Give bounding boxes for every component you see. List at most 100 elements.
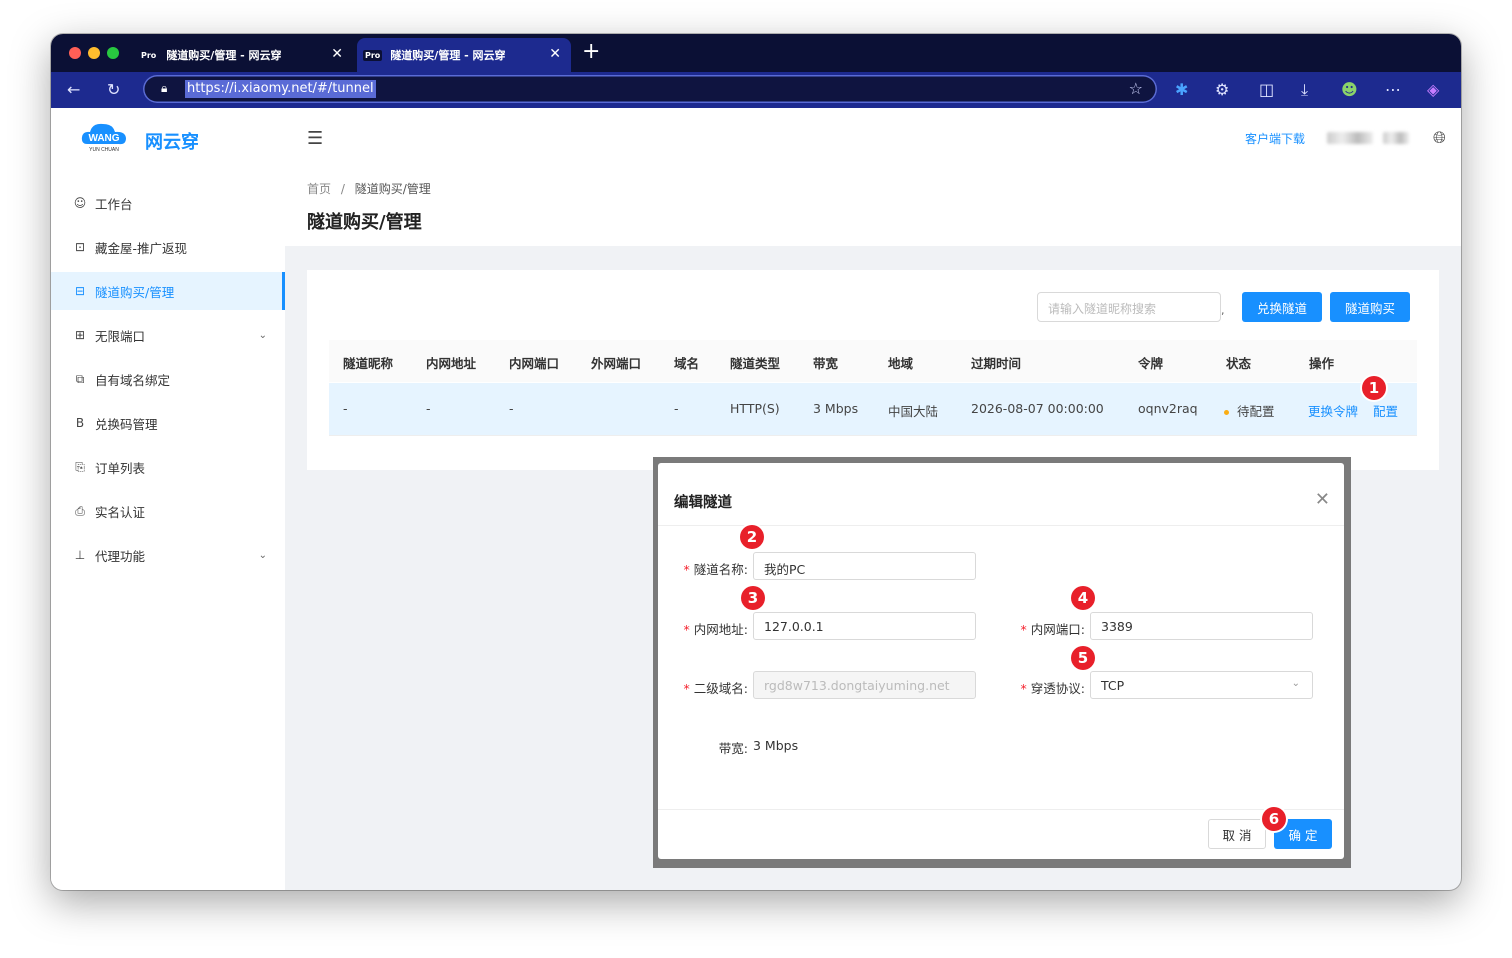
browser-tab[interactable]: Pro 隧道购买/管理 - 网云穿 ✕ bbox=[139, 38, 353, 72]
extension-puzzle-icon[interactable]: ✱ bbox=[1175, 80, 1188, 100]
sidebar-item-orders[interactable]: ⎘ 订单列表 bbox=[51, 448, 285, 486]
bandwidth-value: 3 Mbps bbox=[753, 738, 799, 753]
minimize-window-button[interactable] bbox=[88, 47, 100, 59]
reload-icon[interactable]: ↻ bbox=[107, 80, 120, 100]
sidebar-item-label: 藏金屋-推广返现 bbox=[95, 240, 188, 256]
avatar-blurred[interactable] bbox=[1383, 132, 1409, 144]
replace-token-link[interactable]: 更换令牌 bbox=[1308, 401, 1358, 420]
bandwidth-label: 带宽: bbox=[718, 741, 748, 756]
back-icon[interactable]: ← bbox=[67, 80, 80, 100]
column-header: 带宽 bbox=[813, 356, 839, 371]
copilot-icon[interactable]: ◈ bbox=[1427, 80, 1439, 100]
tunnel-name-input[interactable]: 我的PC bbox=[753, 552, 976, 580]
column-header: 内网地址 bbox=[426, 356, 477, 371]
tab-title: 隧道购买/管理 - 网云穿 bbox=[166, 49, 282, 62]
close-icon[interactable]: ✕ bbox=[1315, 489, 1330, 510]
cell-bandwidth: 3 Mbps bbox=[813, 401, 859, 416]
column-header: 内网端口 bbox=[509, 356, 560, 371]
more-menu-icon[interactable]: ⋯ bbox=[1385, 80, 1401, 100]
search-separator: , bbox=[1221, 304, 1225, 317]
sidebar-item-proxy[interactable]: ⊥ 代理功能 ⌄ bbox=[51, 536, 285, 574]
local-port-input[interactable]: 3389 bbox=[1090, 612, 1313, 640]
tab-close-icon[interactable]: ✕ bbox=[549, 46, 561, 62]
annotation-badge: 2 bbox=[740, 525, 764, 549]
chevron-down-icon: ⌄ bbox=[1291, 678, 1300, 689]
cell-type: HTTP(S) bbox=[730, 401, 780, 416]
lock-icon: 🔒︎ bbox=[161, 81, 168, 95]
column-header: 过期时间 bbox=[971, 356, 1022, 371]
collapse-menu-icon[interactable]: ☰ bbox=[307, 128, 323, 149]
dialog-divider bbox=[658, 525, 1344, 526]
gift-icon: ⊡ bbox=[74, 240, 86, 254]
breadcrumb-separator: / bbox=[340, 182, 345, 196]
annotation-badge: 6 bbox=[1262, 807, 1286, 831]
search-placeholder: 请输入隧道昵称搜索 bbox=[1048, 302, 1157, 316]
sidebar-item-verify[interactable]: ⎙ 实名认证 bbox=[51, 492, 285, 530]
new-tab-icon[interactable]: + bbox=[582, 39, 600, 64]
username-blurred[interactable] bbox=[1327, 132, 1373, 144]
breadcrumb: 首页 / 隧道购买/管理 bbox=[307, 180, 431, 197]
edit-tunnel-dialog: 编辑隧道 ✕ * 隧道名称: 我的PC * 内网地址: 127.0.0.1 * 内网端… bbox=[658, 463, 1344, 859]
subdomain-input: rgd8w713.dongtaiyuming.net bbox=[753, 671, 976, 699]
maximize-window-button[interactable] bbox=[107, 47, 119, 59]
browser-tab-active[interactable]: Pro 隧道购买/管理 - 网云穿 ✕ bbox=[357, 38, 571, 72]
exchange-tunnel-button[interactable]: 兑换隧道 bbox=[1242, 292, 1322, 322]
tab-close-icon[interactable]: ✕ bbox=[331, 46, 343, 62]
client-download-link[interactable]: 客户端下载 bbox=[1245, 130, 1305, 147]
sidebar-item-ports[interactable]: ⊞ 无限端口 ⌄ bbox=[51, 316, 285, 354]
address-label: * 内网地址: bbox=[683, 622, 748, 637]
logo-text: WANG bbox=[88, 133, 119, 144]
globe-icon[interactable]: 🌐︎ bbox=[1433, 128, 1446, 148]
app-logo-icon: WANG YUN CHUAN bbox=[81, 123, 126, 153]
breadcrumb-home[interactable]: 首页 bbox=[307, 182, 331, 196]
status-text: 待配置 bbox=[1237, 404, 1275, 419]
sidebar-item-label: 无限端口 bbox=[95, 328, 146, 344]
column-header: 状态 bbox=[1226, 356, 1252, 371]
table-header: 隧道昵称 内网地址 内网端口 外网端口 域名 隧道类型 带宽 地域 过期时间 令… bbox=[329, 340, 1417, 382]
id-icon: ⎙ bbox=[75, 503, 85, 518]
sidebar-item-tunnel[interactable]: ⊟ 隧道购买/管理 bbox=[51, 272, 285, 310]
address-bar[interactable]: 🔒︎ https://i.xiaomy.net/#/tunnel ☆ bbox=[143, 75, 1157, 103]
download-icon[interactable]: ⤓ bbox=[1301, 80, 1308, 100]
cancel-button[interactable]: 取 消 bbox=[1208, 819, 1266, 849]
sidebar-item-dashboard[interactable]: ☺ 工作台 bbox=[51, 184, 285, 222]
close-window-button[interactable] bbox=[69, 47, 81, 59]
cell-local-port: - bbox=[509, 401, 514, 416]
column-header: 令牌 bbox=[1138, 356, 1164, 371]
sidebar-item-label: 自有域名绑定 bbox=[95, 372, 171, 388]
code-icon: B bbox=[75, 416, 85, 430]
page-title: 隧道购买/管理 bbox=[307, 212, 422, 233]
annotation-badge: 4 bbox=[1071, 586, 1095, 610]
sidebar-item-referral[interactable]: ⊡ 藏金屋-推广返现 bbox=[51, 228, 285, 266]
dialog-footer-divider bbox=[658, 809, 1344, 810]
sidebar-item-label: 订单列表 bbox=[95, 460, 146, 476]
top-header: ☰ 客户端下载 🌐︎ bbox=[285, 108, 1461, 171]
sidebar-item-domain[interactable]: ⧉ 自有域名绑定 bbox=[51, 360, 285, 398]
column-header: 外网端口 bbox=[591, 356, 642, 371]
cell-nickname: - bbox=[343, 401, 348, 416]
breadcrumb-current: 隧道购买/管理 bbox=[354, 182, 431, 196]
split-screen-icon[interactable]: ◫ bbox=[1259, 80, 1274, 100]
extensions-icon[interactable]: ⚙ bbox=[1215, 80, 1229, 100]
profile-avatar-icon[interactable]: ☻ bbox=[1341, 80, 1358, 100]
browser-toolbar: ← ↻ 🔒︎ https://i.xiaomy.net/#/tunnel ☆ ✱… bbox=[51, 72, 1461, 108]
tab-favicon: Pro bbox=[139, 49, 159, 61]
browser-window: Pro 隧道购买/管理 - 网云穿 ✕ Pro 隧道购买/管理 - 网云穿 ✕ … bbox=[51, 34, 1461, 890]
annotation-badge: 5 bbox=[1071, 646, 1095, 670]
tunnel-card: 请输入隧道昵称搜索 , 兑换隧道 隧道购买 隧道昵称 内网地址 内网端口 外网端… bbox=[307, 270, 1439, 470]
protocol-value: TCP bbox=[1101, 678, 1125, 693]
column-header: 隧道类型 bbox=[730, 356, 781, 371]
sidebar-item-codes[interactable]: B 兑换码管理 bbox=[51, 404, 285, 442]
page-header: 首页 / 隧道购买/管理 隧道购买/管理 bbox=[285, 170, 1461, 246]
buy-tunnel-button[interactable]: 隧道购买 bbox=[1330, 292, 1410, 322]
dialog-title: 编辑隧道 bbox=[674, 495, 732, 511]
local-address-input[interactable]: 127.0.0.1 bbox=[753, 612, 976, 640]
configure-link[interactable]: 配置 bbox=[1373, 401, 1398, 420]
tab-title: 隧道购买/管理 - 网云穿 bbox=[390, 49, 506, 62]
url-text[interactable]: https://i.xiaomy.net/#/tunnel bbox=[185, 80, 376, 98]
table-row[interactable]: - - - - HTTP(S) 3 Mbps 中国大陆 2026-08-07 0… bbox=[329, 383, 1417, 436]
search-input[interactable]: 请输入隧道昵称搜索 bbox=[1037, 292, 1221, 322]
bookmark-star-icon[interactable]: ☆ bbox=[1129, 79, 1143, 98]
protocol-select[interactable]: TCP ⌄ bbox=[1090, 671, 1313, 699]
brand-name: 网云穿 bbox=[145, 132, 199, 153]
